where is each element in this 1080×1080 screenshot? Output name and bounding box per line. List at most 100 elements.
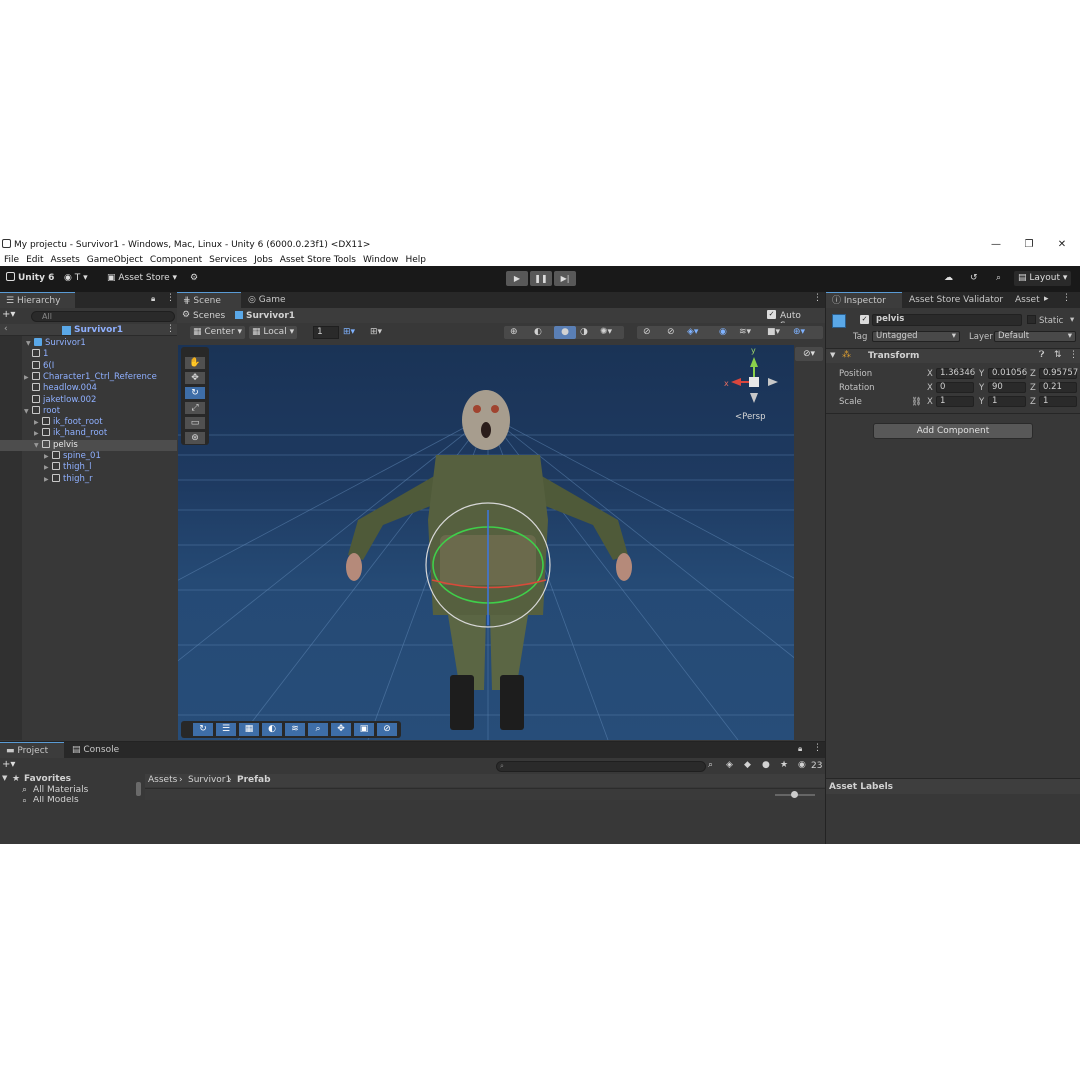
- menu-gameobject[interactable]: GameObject: [87, 255, 143, 265]
- hierarchy-item[interactable]: ▶ spine_01: [0, 451, 177, 462]
- presets-icon[interactable]: ⇅: [1054, 350, 1062, 360]
- filter-type-icon[interactable]: ◈: [726, 760, 733, 770]
- character-model[interactable]: [346, 390, 632, 730]
- folder-tree-scrollbar[interactable]: [136, 782, 141, 796]
- position-z-field[interactable]: 0.95757: [1039, 368, 1078, 379]
- add-component-button[interactable]: Add Component: [873, 423, 1033, 439]
- hierarchy-item[interactable]: headlow.004: [0, 383, 177, 394]
- rotation-z-field[interactable]: 0.21: [1039, 382, 1077, 393]
- unity-account-button[interactable]: Unity 6: [2, 271, 58, 286]
- project-more-icon[interactable]: ⋮: [813, 743, 822, 753]
- tab-inspector[interactable]: ⓘ Inspector: [826, 292, 902, 308]
- tab-project[interactable]: ▬ Project: [0, 742, 64, 758]
- snap-increment-icon[interactable]: ⊞▾: [370, 326, 392, 339]
- auto-save-checkbox[interactable]: ✓: [767, 310, 776, 319]
- scale-tool-icon[interactable]: ⤢: [185, 402, 205, 414]
- tab-asset-store-validator[interactable]: Asset Store Validator: [903, 292, 1011, 308]
- tab-console[interactable]: ▤ Console: [66, 742, 126, 758]
- all-materials-item[interactable]: All Materials: [33, 785, 88, 795]
- lock-icon[interactable]: 🔒︎: [151, 294, 155, 304]
- hierarchy-item[interactable]: ▼ root: [0, 405, 177, 417]
- menu-file[interactable]: File: [4, 255, 19, 265]
- lighting-icon[interactable]: ✺▾: [600, 326, 612, 339]
- favorites-label[interactable]: Favorites: [24, 774, 71, 784]
- foldout-arrow-icon[interactable]: ▼: [34, 440, 42, 451]
- grid-snap-input[interactable]: 1: [313, 326, 339, 339]
- foldout-arrow-icon[interactable]: ▶: [44, 462, 52, 473]
- persp-label[interactable]: <Persp: [735, 412, 766, 422]
- overlay-move-icon[interactable]: ✥: [331, 723, 351, 736]
- favorites-foldout-icon[interactable]: ▼: [2, 774, 7, 782]
- breadcrumb-prefab[interactable]: Prefab: [237, 775, 271, 785]
- menu-services[interactable]: Services: [209, 255, 247, 265]
- layer-dropdown[interactable]: Default ▾: [994, 331, 1076, 342]
- orientation-gizmo[interactable]: y x <Persp: [724, 346, 778, 422]
- hierarchy-item[interactable]: ▶ Character1_Ctrl_Reference: [0, 371, 177, 383]
- close-button[interactable]: ✕: [1045, 236, 1079, 253]
- play-button[interactable]: ▶: [506, 271, 528, 286]
- tab-asset-store[interactable]: Asset S: [1009, 292, 1049, 308]
- gizmos-icon[interactable]: ⊕▾: [793, 326, 805, 339]
- transform-header[interactable]: ▼ ⁂ Transform ❓︎ ⇅ ⋮: [826, 349, 1080, 363]
- pivot-local-dropdown[interactable]: ▦ Local ▾: [249, 326, 297, 339]
- favorite-star-icon[interactable]: ★: [780, 760, 788, 770]
- asset-labels-bar[interactable]: Asset Labels: [826, 778, 1080, 794]
- prefab-more-icon[interactable]: ⋮: [166, 324, 175, 334]
- hierarchy-item[interactable]: ▼ Survivor1: [0, 338, 177, 349]
- hand-tool-icon[interactable]: ✋: [185, 357, 205, 369]
- overlay-rotate-icon[interactable]: ↻: [193, 723, 213, 736]
- menu-help[interactable]: Help: [405, 255, 426, 265]
- hidden-packages-icon[interactable]: ◉: [798, 760, 806, 770]
- scale-z-field[interactable]: 1: [1039, 396, 1077, 407]
- static-dropdown-icon[interactable]: ▾: [1070, 315, 1074, 325]
- minimize-button[interactable]: —: [979, 236, 1013, 253]
- inspector-more-icon[interactable]: ⋮: [1062, 293, 1071, 303]
- scene-more-icon[interactable]: ⋮: [813, 293, 822, 303]
- foldout-arrow-icon[interactable]: ▼: [24, 406, 32, 417]
- camera-settings-icon[interactable]: ⊘▾: [795, 347, 823, 361]
- rotation-x-field[interactable]: 0: [936, 382, 974, 393]
- pivot-center-dropdown[interactable]: ▦ Center ▾: [190, 326, 245, 339]
- hierarchy-item[interactable]: 6(I: [0, 360, 177, 372]
- step-button[interactable]: ▶|: [554, 271, 576, 286]
- project-create-button[interactable]: +▾: [2, 759, 22, 772]
- menu-asset-store-tools[interactable]: Asset Store Tools: [280, 255, 356, 265]
- rotate-tool-icon[interactable]: ↻: [185, 387, 205, 399]
- overlay-search-icon[interactable]: ⌕: [308, 723, 328, 736]
- menu-jobs[interactable]: Jobs: [254, 255, 273, 265]
- foldout-arrow-icon[interactable]: ▶: [44, 451, 52, 462]
- more-menu-icon[interactable]: ⋮: [166, 293, 175, 303]
- menu-assets[interactable]: Assets: [51, 255, 80, 265]
- restore-button[interactable]: ❐: [1012, 236, 1046, 253]
- history-icon[interactable]: ↺: [966, 271, 982, 286]
- effects-icon[interactable]: ⊘: [667, 326, 675, 339]
- tag-dropdown[interactable]: Untagged ▾: [872, 331, 960, 342]
- asset-store-dropdown[interactable]: ▣ Asset Store ▾: [103, 271, 181, 286]
- filter-label-icon[interactable]: ◆: [744, 760, 751, 770]
- help-icon[interactable]: ❓︎: [1039, 350, 1044, 360]
- back-arrow-icon[interactable]: ‹: [4, 324, 8, 334]
- active-checkbox[interactable]: ✓: [860, 315, 869, 324]
- foldout-arrow-icon[interactable]: ▶: [24, 372, 32, 383]
- breadcrumb-current[interactable]: Survivor1: [246, 311, 295, 321]
- layers-icon[interactable]: ◈▾: [687, 326, 698, 339]
- project-search-input[interactable]: ⌕: [496, 761, 706, 772]
- pause-button[interactable]: ❚❚: [530, 271, 552, 286]
- gameobject-icon[interactable]: [832, 314, 846, 328]
- overlay-grid-icon[interactable]: ▦: [239, 723, 259, 736]
- foldout-arrow-icon[interactable]: ▼: [26, 338, 34, 349]
- all-models-item[interactable]: All Models: [33, 796, 79, 802]
- hierarchy-item[interactable]: ▶ ik_foot_root: [0, 417, 177, 428]
- hierarchy-item[interactable]: ▶ thigh_r: [0, 473, 177, 485]
- menu-component[interactable]: Component: [150, 255, 202, 265]
- cloud-icon[interactable]: ☁: [940, 271, 957, 286]
- move-tool-icon[interactable]: ✥: [185, 372, 205, 384]
- breadcrumb-assets[interactable]: Assets: [148, 775, 177, 785]
- layers-stack-icon[interactable]: ≋▾: [739, 326, 751, 339]
- foldout-arrow-icon[interactable]: ▼: [830, 351, 835, 359]
- account-dropdown[interactable]: ◉ T ▾: [60, 271, 92, 286]
- project-lock-icon[interactable]: 🔒︎: [798, 744, 802, 754]
- visibility-eye-icon[interactable]: ◉: [719, 326, 727, 339]
- constrain-proportions-icon[interactable]: ⛓: [911, 397, 922, 407]
- globe-icon[interactable]: ⊕: [510, 326, 518, 339]
